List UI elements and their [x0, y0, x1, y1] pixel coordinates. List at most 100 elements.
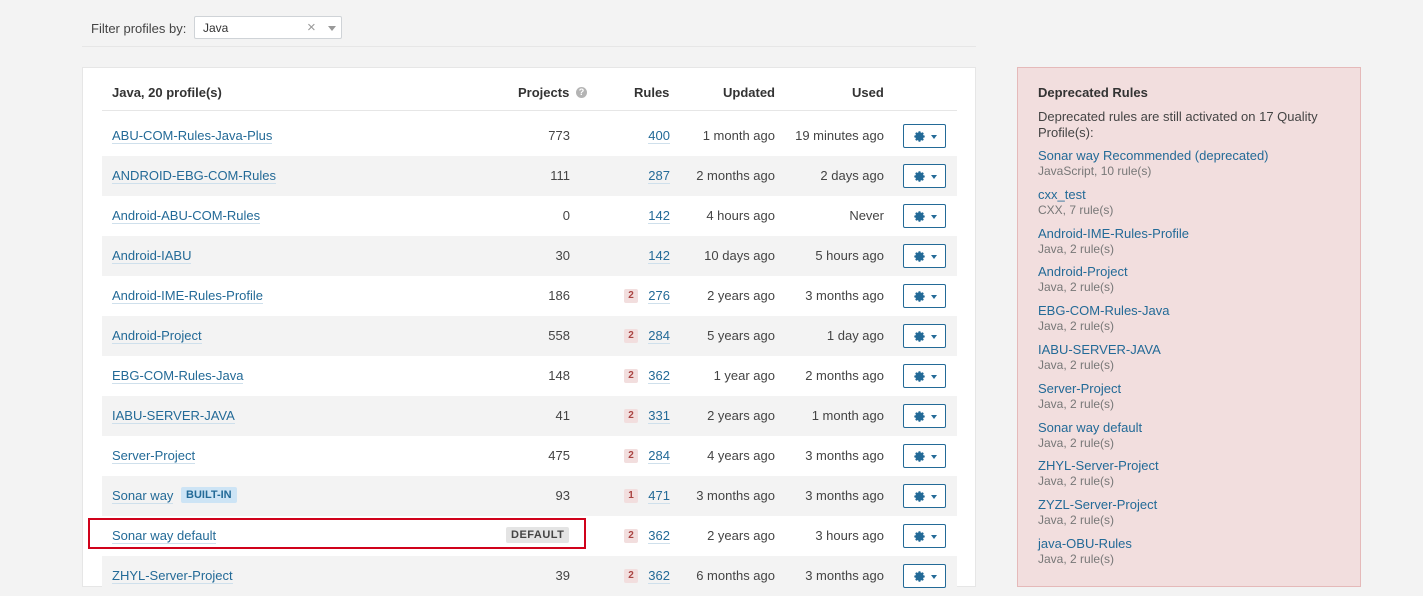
profile-actions-button[interactable]	[903, 324, 946, 348]
profile-actions-button[interactable]	[903, 484, 946, 508]
deprecated-profile-link[interactable]: java-OBU-Rules	[1038, 536, 1132, 551]
used-date: 19 minutes ago	[795, 128, 884, 143]
profile-name-link[interactable]: ABU-COM-Rules-Java-Plus	[112, 128, 273, 144]
rules-count-link[interactable]: 362	[648, 568, 670, 584]
deprecated-profile-item: ZHYL-Server-Project Java, 2 rule(s)	[1038, 458, 1159, 488]
rules-count-link[interactable]: 331	[648, 408, 670, 424]
deprecated-rules-badge[interactable]: 2	[624, 529, 638, 543]
deprecated-rules-badge[interactable]: 2	[624, 329, 638, 343]
deprecated-rules-badge[interactable]: 2	[624, 449, 638, 463]
caret-down-icon	[931, 175, 937, 179]
profile-actions-button[interactable]	[903, 564, 946, 588]
deprecated-rules-badge[interactable]: 2	[624, 369, 638, 383]
deprecated-profile-item: Sonar way Recommended (deprecated) JavaSc…	[1038, 148, 1269, 178]
deprecated-profile-meta: Java, 2 rule(s)	[1038, 474, 1115, 489]
caret-down-icon	[931, 495, 937, 499]
deprecated-profile-link[interactable]: ZHYL-Server-Project	[1038, 458, 1159, 473]
profile-actions-button[interactable]	[903, 204, 946, 228]
used-date: 3 months ago	[805, 488, 884, 503]
language-filter-select[interactable]: Java ×	[194, 16, 342, 39]
deprecated-rules-panel: Deprecated Rules Deprecated rules are st…	[1017, 67, 1361, 587]
deprecated-profile-meta: Java, 2 rule(s)	[1038, 513, 1115, 528]
projects-count: 186	[548, 288, 570, 303]
deprecated-rules-badge[interactable]: 2	[624, 289, 638, 303]
profile-name-link[interactable]: Android-IME-Rules-Profile	[112, 288, 263, 304]
filter-selected-value: Java	[203, 21, 229, 35]
used-date: 1 day ago	[826, 328, 884, 343]
rules-count-link[interactable]: 276	[648, 288, 670, 304]
profile-actions-button[interactable]	[903, 524, 946, 548]
profile-actions-button[interactable]	[903, 244, 946, 268]
deprecated-profile-link[interactable]: Sonar way default	[1038, 420, 1142, 435]
table-row: ABU-COM-Rules-Java-Plus 773 400 1 month ago…	[102, 116, 957, 156]
updated-date: 4 hours ago	[706, 208, 775, 223]
deprecated-profile-link[interactable]: cxx_test	[1038, 187, 1113, 202]
deprecated-profile-link[interactable]: Android-Project	[1038, 264, 1128, 279]
profile-actions-button[interactable]	[903, 164, 946, 188]
deprecated-profile-link[interactable]: IABU-SERVER-JAVA	[1038, 342, 1161, 357]
clear-icon[interactable]: ×	[307, 19, 316, 36]
used-date: 2 months ago	[805, 368, 884, 383]
deprecated-profile-item: IABU-SERVER-JAVA Java, 2 rule(s)	[1038, 342, 1161, 372]
rules-count-link[interactable]: 471	[648, 488, 670, 504]
rules-count-link[interactable]: 362	[648, 368, 670, 384]
rules-count-link[interactable]: 287	[648, 168, 670, 184]
table-row: Android-ABU-COM-Rules 0 142 4 hours ago Neve…	[102, 196, 957, 236]
deprecated-profile-item: Server-Project Java, 2 rule(s)	[1038, 381, 1121, 411]
deprecated-profile-meta: Java, 2 rule(s)	[1038, 358, 1115, 372]
profile-actions-button[interactable]	[903, 364, 946, 388]
profile-name-link[interactable]: Sonar way	[112, 488, 174, 504]
profile-actions-button[interactable]	[903, 444, 946, 468]
profile-name-link[interactable]: ZHYL-Server-Project	[112, 568, 233, 584]
profile-actions-button[interactable]	[903, 284, 946, 308]
deprecated-profile-link[interactable]: Android-IME-Rules-Profile	[1038, 226, 1189, 241]
rules-count-link[interactable]: 142	[648, 248, 670, 264]
chevron-down-icon[interactable]	[328, 26, 336, 31]
deprecated-profile-item: Android-IME-Rules-Profile Java, 2 rule(s)	[1038, 226, 1189, 256]
projects-count: 475	[548, 448, 570, 463]
column-header-rules: Rules	[634, 85, 670, 100]
profiles-panel: Java, 20 profile(s) Projects ? Rules Upd…	[82, 67, 976, 596]
profile-actions-button[interactable]	[903, 124, 946, 148]
deprecated-rules-badge[interactable]: 2	[624, 409, 638, 423]
caret-down-icon	[931, 375, 937, 379]
table-row: Android-IME-Rules-Profile 186 2 276 2 years …	[102, 276, 957, 316]
projects-count: 39	[555, 568, 570, 583]
rules-count-link[interactable]: 284	[648, 328, 670, 344]
profile-name-link[interactable]: IABU-SERVER-JAVA	[112, 408, 235, 424]
rules-count-link[interactable]: 142	[648, 208, 670, 224]
updated-date: 10 days ago	[704, 248, 775, 263]
caret-down-icon	[931, 335, 937, 339]
deprecated-profile-meta: Java, 2 rule(s)	[1038, 396, 1115, 411]
deprecated-profile-item: EBG-COM-Rules-Java Java, 2 rule(s)	[1038, 303, 1169, 333]
profile-name-link[interactable]: Android-ABU-COM-Rules	[112, 208, 261, 224]
rules-count-link[interactable]: 362	[648, 528, 670, 544]
profile-name-link[interactable]: ANDROID-EBG-COM-Rules	[112, 168, 276, 184]
rules-count-link[interactable]: 400	[648, 128, 670, 144]
updated-date: 2 years ago	[707, 288, 775, 303]
used-date: 3 months ago	[805, 288, 884, 303]
deprecated-profile-link[interactable]: ZYZL-Server-Project	[1038, 497, 1157, 512]
used-date: 3 hours ago	[815, 528, 884, 543]
rules-count-link[interactable]: 284	[648, 448, 670, 464]
deprecated-rules-badge[interactable]: 1	[624, 489, 638, 503]
column-header-projects: Projects	[518, 85, 570, 100]
deprecated-profile-link[interactable]: EBG-COM-Rules-Java	[1038, 303, 1169, 318]
profile-name-link[interactable]: Server-Project	[112, 448, 196, 464]
deprecated-profile-item: ZYZL-Server-Project Java, 2 rule(s)	[1038, 497, 1157, 527]
caret-down-icon	[931, 455, 937, 459]
updated-date: 2 years ago	[707, 408, 775, 423]
caret-down-icon	[931, 295, 937, 299]
deprecated-profile-meta: Java, 2 rule(s)	[1038, 319, 1115, 334]
deprecated-rules-badge[interactable]: 2	[624, 569, 638, 583]
deprecated-profile-link[interactable]: Server-Project	[1038, 381, 1121, 396]
profile-name-link[interactable]: EBG-COM-Rules-Java	[112, 368, 244, 384]
table-row: Sonar way BUILT-IN 93 1 471 3 months ago 3 mon…	[102, 476, 957, 516]
deprecated-profile-meta: Java, 2 rule(s)	[1038, 435, 1115, 450]
profile-name-link[interactable]: Android-IABU	[112, 248, 192, 264]
deprecated-profile-link[interactable]: Sonar way Recommended (deprecated)	[1038, 148, 1269, 163]
profile-actions-button[interactable]	[903, 404, 946, 428]
profile-name-link[interactable]: Android-Project	[112, 328, 202, 344]
highlight-box	[88, 518, 586, 549]
help-icon[interactable]: ?	[576, 87, 587, 98]
